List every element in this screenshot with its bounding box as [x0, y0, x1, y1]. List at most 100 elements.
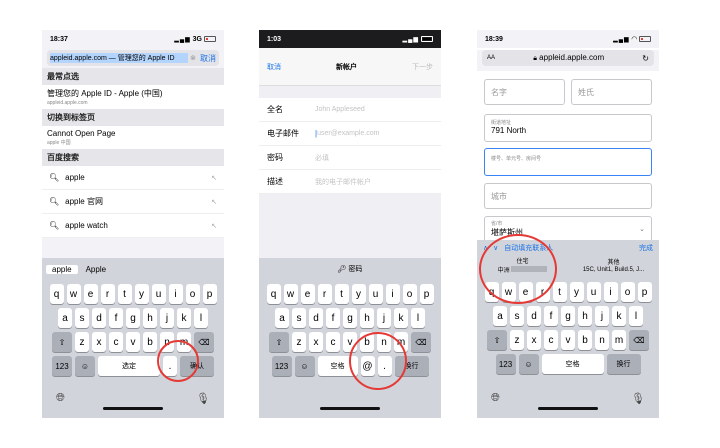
cancel-button[interactable]: 取消: [267, 62, 281, 72]
key-l[interactable]: l: [194, 308, 208, 328]
field-row-password[interactable]: 密码 必填: [259, 146, 441, 170]
key-a[interactable]: a: [275, 308, 289, 328]
key-g[interactable]: g: [126, 308, 140, 328]
arrow-up-left-icon[interactable]: ↖: [211, 174, 217, 182]
key-a[interactable]: a: [493, 306, 507, 326]
key-z[interactable]: z: [510, 330, 524, 350]
key-f[interactable]: f: [109, 308, 123, 328]
key-g[interactable]: g: [343, 308, 357, 328]
first-name-input[interactable]: 名字: [484, 79, 565, 105]
key-y[interactable]: y: [351, 284, 366, 304]
key-x[interactable]: x: [309, 332, 323, 352]
key-f[interactable]: f: [326, 308, 340, 328]
key-j[interactable]: j: [160, 308, 174, 328]
tab-item[interactable]: Cannot Open Page apple 中国: [42, 126, 224, 149]
key-y[interactable]: y: [134, 284, 149, 304]
key-n[interactable]: n: [595, 330, 609, 350]
key-b[interactable]: b: [578, 330, 592, 350]
key-w[interactable]: w: [66, 284, 81, 304]
autofill-other[interactable]: 其他 15C, Unit1, Build.5, J...: [568, 260, 659, 274]
address-bar[interactable]: AA 🔒︎ appleid.apple.com ↻: [482, 50, 654, 66]
backspace-icon[interactable]: ⌫: [194, 332, 214, 352]
key-v[interactable]: v: [126, 332, 140, 352]
key-s[interactable]: s: [75, 308, 89, 328]
emoji-icon[interactable]: ☺: [518, 354, 539, 374]
microphone-icon[interactable]: 🎙︎: [196, 392, 210, 405]
key-l[interactable]: l: [629, 306, 643, 326]
space-key[interactable]: 选定: [98, 356, 160, 376]
key-a[interactable]: a: [58, 308, 72, 328]
password-bar[interactable]: 🔑︎ 密码: [259, 258, 441, 280]
search-suggestion[interactable]: 🔍︎ apple ↖: [42, 166, 224, 190]
key-o[interactable]: o: [185, 284, 200, 304]
key-e[interactable]: e: [300, 284, 315, 304]
numbers-key[interactable]: 123: [271, 356, 292, 376]
shift-icon[interactable]: ⇧: [269, 332, 289, 352]
microphone-icon[interactable]: 🎙︎: [631, 392, 645, 405]
key-u[interactable]: u: [586, 282, 601, 302]
key-i[interactable]: i: [168, 284, 183, 304]
key-t[interactable]: t: [552, 282, 567, 302]
key-j[interactable]: j: [595, 306, 609, 326]
key-x[interactable]: x: [527, 330, 541, 350]
space-key[interactable]: 空格: [541, 354, 604, 374]
key-w[interactable]: w: [283, 284, 298, 304]
key-h[interactable]: h: [578, 306, 592, 326]
key-q[interactable]: q: [49, 284, 64, 304]
globe-icon[interactable]: 🌐︎: [491, 392, 500, 405]
last-name-input[interactable]: 姓氏: [571, 79, 652, 105]
key-v[interactable]: v: [561, 330, 575, 350]
key-c[interactable]: c: [109, 332, 123, 352]
key-r[interactable]: r: [100, 284, 115, 304]
city-input[interactable]: 城市: [484, 183, 652, 209]
key-b[interactable]: b: [143, 332, 157, 352]
done-button[interactable]: 完成: [639, 243, 653, 253]
emoji-icon[interactable]: ☺: [75, 356, 95, 376]
street-input[interactable]: 街道地址 791 North: [484, 114, 652, 142]
key-r[interactable]: r: [317, 284, 332, 304]
text-size-button[interactable]: AA: [487, 55, 495, 61]
apartment-input[interactable]: 楼号、单元号、房间号: [484, 148, 652, 176]
cancel-button[interactable]: 取消: [200, 53, 216, 64]
key-i[interactable]: i: [603, 282, 618, 302]
key-o[interactable]: o: [620, 282, 635, 302]
key-q[interactable]: q: [266, 284, 281, 304]
key-u[interactable]: u: [368, 284, 383, 304]
key-t[interactable]: t: [334, 284, 349, 304]
key-d[interactable]: d: [309, 308, 323, 328]
prediction[interactable]: Apple: [78, 265, 114, 274]
clear-icon[interactable]: ⊗: [190, 54, 196, 62]
prediction[interactable]: apple: [46, 264, 78, 274]
key-k[interactable]: k: [394, 308, 408, 328]
search-suggestion[interactable]: 🔍︎ apple watch ↖: [42, 214, 224, 238]
next-button[interactable]: 下一步: [412, 62, 433, 72]
numbers-key[interactable]: 123: [495, 354, 516, 374]
field-row-email[interactable]: 电子邮件 | user@example.com: [259, 122, 441, 146]
suggestion-item[interactable]: 管理您的 Apple ID - Apple (中国) appleid.apple…: [42, 85, 224, 109]
field-row-name[interactable]: 全名 John Appleseed: [259, 98, 441, 122]
search-suggestion[interactable]: 🔍︎ apple 官网 ↖: [42, 190, 224, 214]
key-e[interactable]: e: [83, 284, 98, 304]
backspace-icon[interactable]: ⌫: [629, 330, 649, 350]
key-c[interactable]: c: [544, 330, 558, 350]
key-c[interactable]: c: [326, 332, 340, 352]
key-f[interactable]: f: [544, 306, 558, 326]
shift-icon[interactable]: ⇧: [52, 332, 72, 352]
emoji-icon[interactable]: ☺: [294, 356, 315, 376]
key-k[interactable]: k: [177, 308, 191, 328]
return-key[interactable]: 换行: [606, 354, 641, 374]
key-x[interactable]: x: [92, 332, 106, 352]
key-g[interactable]: g: [561, 306, 575, 326]
arrow-up-left-icon[interactable]: ↖: [211, 198, 217, 206]
arrow-up-left-icon[interactable]: ↖: [211, 222, 217, 230]
key-j[interactable]: j: [377, 308, 391, 328]
key-d[interactable]: d: [527, 306, 541, 326]
address-bar[interactable]: appleid.apple.com — 管理您的 Apple ID ⊗ 取消: [47, 50, 219, 66]
key-l[interactable]: l: [411, 308, 425, 328]
key-p[interactable]: p: [419, 284, 434, 304]
key-i[interactable]: i: [385, 284, 400, 304]
key-u[interactable]: u: [151, 284, 166, 304]
key-t[interactable]: t: [117, 284, 132, 304]
key-s[interactable]: s: [510, 306, 524, 326]
key-o[interactable]: o: [402, 284, 417, 304]
